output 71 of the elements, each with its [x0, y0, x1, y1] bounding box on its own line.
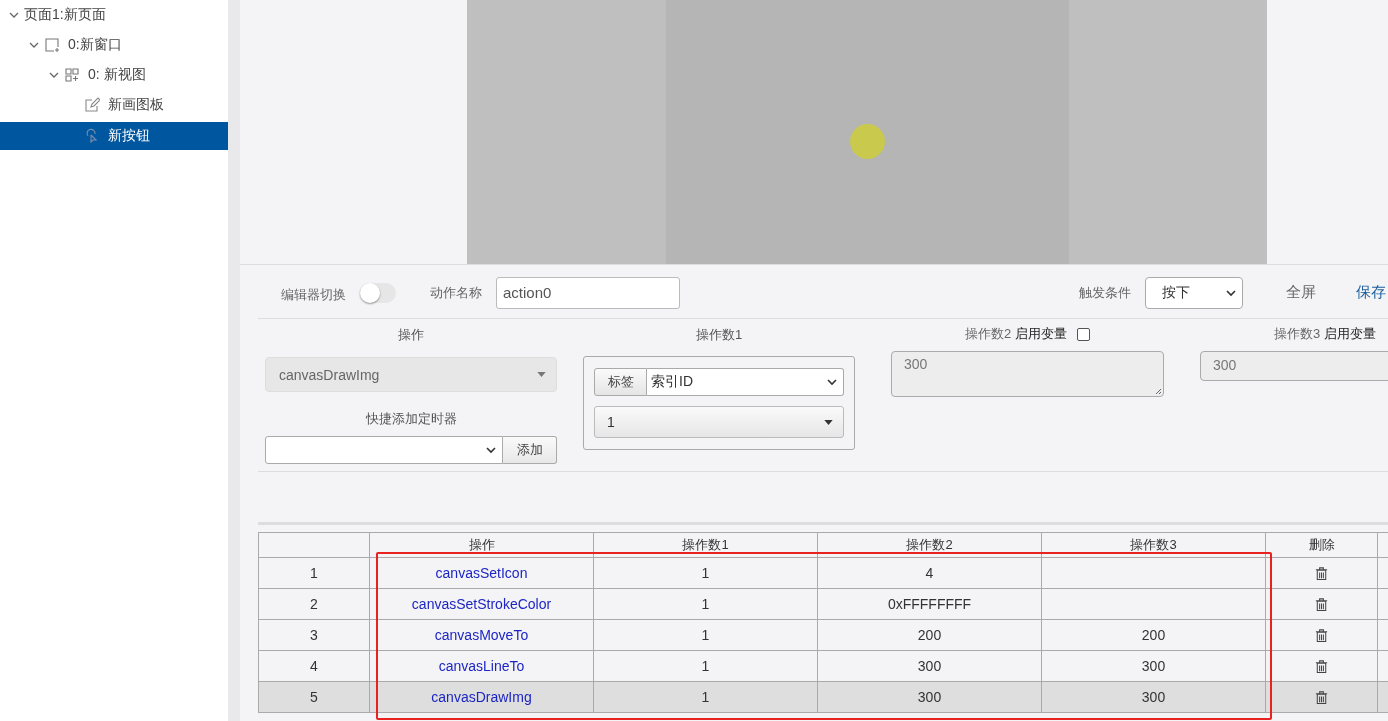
enable-variable-label: 启用变量 — [1324, 325, 1377, 343]
column-header: 删除 — [1265, 532, 1378, 558]
table-cell: 4 — [925, 565, 934, 581]
table-cell: 200 — [917, 627, 942, 643]
resize-grip-icon[interactable] — [1154, 387, 1162, 395]
trash-icon[interactable] — [1314, 628, 1329, 644]
timer-label: 快捷添加定时器 — [364, 410, 458, 426]
trash-icon[interactable] — [1314, 690, 1329, 706]
table-cell: 200 — [1141, 627, 1166, 643]
editor-switch-label: 编辑器切换 — [281, 285, 346, 304]
caret-icon[interactable] — [824, 419, 833, 425]
add-button[interactable]: 添加 — [503, 436, 557, 464]
row-number: 5 — [310, 689, 318, 705]
edit-icon — [84, 97, 100, 113]
value-dropdown[interactable]: 1 — [594, 406, 844, 438]
trigger-select[interactable]: 按下 — [1145, 276, 1243, 309]
operand1-label: 操作数1 — [694, 326, 744, 342]
table-cell: 1 — [701, 627, 710, 643]
circle-shape — [850, 123, 885, 159]
variable-checkbox[interactable] — [1077, 327, 1091, 341]
tree-item[interactable]: 新按钮 — [0, 122, 228, 150]
save-link[interactable]: 保存 — [1356, 283, 1386, 302]
table-row[interactable]: 4 canvasLineTo 1 300 300 — [258, 650, 1388, 682]
window-plus-icon — [44, 37, 60, 53]
table-cell: 300 — [1141, 658, 1166, 674]
row-number: 4 — [310, 658, 318, 674]
table-row[interactable]: 1 canvasSetIcon 1 4 — [258, 557, 1388, 589]
chevron-down-icon[interactable] — [827, 377, 837, 387]
operand3-label: 操作数3 — [1273, 325, 1321, 343]
tree-item[interactable]: 页面1:新页面 — [0, 0, 228, 30]
action-name-label: 动作名称 — [430, 283, 482, 302]
trash-icon[interactable] — [1314, 659, 1329, 675]
table-cell: 300 — [1141, 689, 1166, 705]
action-name-field[interactable]: action0 — [496, 276, 680, 309]
operand2-label: 操作数2 — [964, 325, 1012, 343]
table-cell: 1 — [701, 689, 710, 705]
trash-icon[interactable] — [1314, 597, 1329, 613]
table-row[interactable]: 3 canvasMoveTo 1 200 200 — [258, 619, 1388, 651]
index-select[interactable]: 索引ID — [647, 368, 844, 397]
trigger-label: 触发条件 — [1079, 283, 1131, 302]
operand2-field[interactable]: 300 — [891, 351, 1164, 397]
table-cell: 300 — [917, 658, 942, 674]
tree-item[interactable]: 新画图板 — [0, 90, 228, 120]
column-header: 操作数1 — [593, 532, 818, 558]
enable-variable-label: 启用变量 — [1015, 325, 1068, 343]
table-cell: 1 — [701, 658, 710, 674]
pointer-icon — [84, 128, 100, 144]
table-row[interactable]: 5 canvasDrawImg 1 300 300 — [258, 681, 1388, 713]
column-header: 操作数2 — [817, 532, 1042, 558]
operation-label: 操作 — [397, 326, 425, 342]
table-cell: 300 — [917, 689, 942, 705]
table-row[interactable]: 2 canvasSetStrokeColor 1 0xFFFFFFFF — [258, 588, 1388, 620]
column-header: 操作 — [369, 532, 594, 558]
row-number: 2 — [310, 596, 318, 612]
editor-toggle[interactable] — [360, 282, 396, 303]
fullscreen-link[interactable]: 全屏 — [1286, 283, 1316, 302]
column-header: 操作数3 — [1041, 532, 1266, 558]
chevron-down-icon[interactable] — [1226, 287, 1236, 298]
operation-link[interactable]: canvasLineTo — [438, 658, 525, 674]
tree-item[interactable]: 0:新窗口 — [0, 30, 228, 60]
tag-button[interactable]: 标签 — [594, 368, 647, 397]
table-cell: 0xFFFFFFFF — [887, 596, 972, 612]
row-number: 1 — [310, 565, 318, 581]
chevron-down-icon[interactable] — [486, 445, 496, 455]
row-number: 3 — [310, 627, 318, 643]
table-cell: 1 — [701, 596, 710, 612]
table-cell: 1 — [701, 565, 710, 581]
operand3-field[interactable]: 300 — [1200, 351, 1388, 381]
tree-item[interactable]: 0: 新视图 — [0, 60, 228, 90]
grid-icon — [64, 67, 80, 83]
trash-icon[interactable] — [1314, 566, 1329, 582]
